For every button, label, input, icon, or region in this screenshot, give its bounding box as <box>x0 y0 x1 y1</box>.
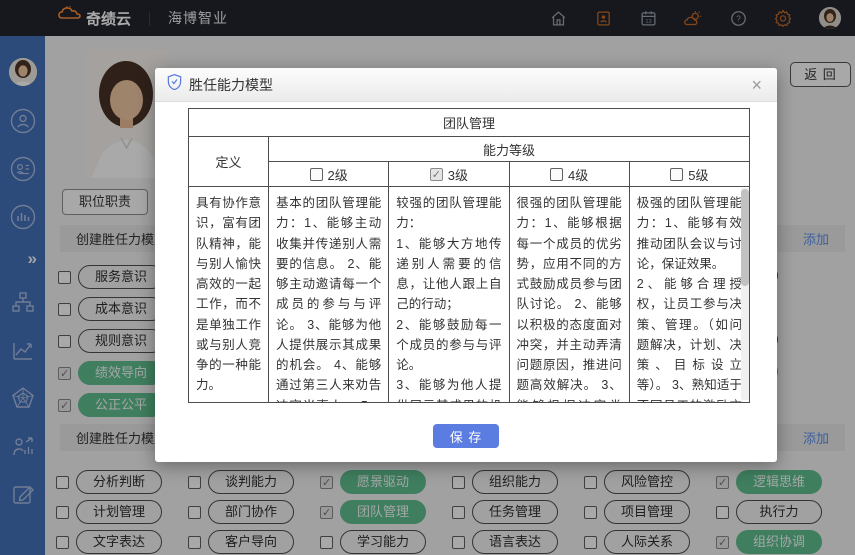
competency-table: 团队管理 定义 能力等级 2级 3级 4级 5级 具有协作意识，富有团队精神，能… <box>188 108 751 403</box>
table-scrollbar[interactable] <box>741 188 749 400</box>
scrollbar-thumb[interactable] <box>741 189 749 286</box>
competency-table-wrap: 团队管理 定义 能力等级 2级 3级 4级 5级 具有协作意识，富有团队精神，能… <box>188 108 751 403</box>
level-5-text: 极强的团队管理能力：1、能够有效推动团队会议与讨论，保证效果。 2、能够合理授权… <box>628 186 751 403</box>
shield-icon <box>167 73 182 95</box>
level-3-header: 3级 <box>388 161 510 187</box>
level-5-header: 5级 <box>628 161 751 187</box>
save-button[interactable]: 保 存 <box>433 424 499 448</box>
level-2-checkbox[interactable] <box>309 167 323 181</box>
competency-name: 团队管理 <box>188 108 750 137</box>
dialog-header: 胜任能力模型 × <box>155 68 777 102</box>
level-3-text: 较强的团队管理能力： 1、能够大方地传递别人需要的信息，让他人跟上自己的行动； … <box>388 186 510 403</box>
level-2-header: 2级 <box>267 161 390 187</box>
level-header: 能力等级 <box>268 136 750 162</box>
level-4-header: 4级 <box>508 161 630 187</box>
level-2-text: 基本的团队管理能力：1、能够主动收集并传递别人需要的信息。 2、能够主动邀请每一… <box>267 186 390 403</box>
dialog-title: 胜任能力模型 <box>189 76 273 93</box>
close-icon[interactable]: × <box>748 76 765 94</box>
competency-model-dialog: 胜任能力模型 × 团队管理 定义 能力等级 2级 3级 4级 5级 <box>155 68 777 462</box>
definition-label: 定义 <box>188 136 269 187</box>
level-5-checkbox[interactable] <box>670 167 684 181</box>
app-window: 奇绩云 ｜ 海博智业 13 ? » 职位职责 返 回 创建胜任力模型 添加 创建… <box>0 0 855 555</box>
definition-cell: 具有协作意识，富有团队精神，能与别人愉快高效的一起工作，而不是单独工作或与别人竞… <box>188 186 269 403</box>
level-4-checkbox[interactable] <box>550 167 563 181</box>
level-3-checkbox[interactable] <box>429 167 443 181</box>
level-4-text: 很强的团队管理能力：1、能够根据每一个成员的优劣势，应用不同的方式鼓励成员参与团… <box>508 186 630 403</box>
